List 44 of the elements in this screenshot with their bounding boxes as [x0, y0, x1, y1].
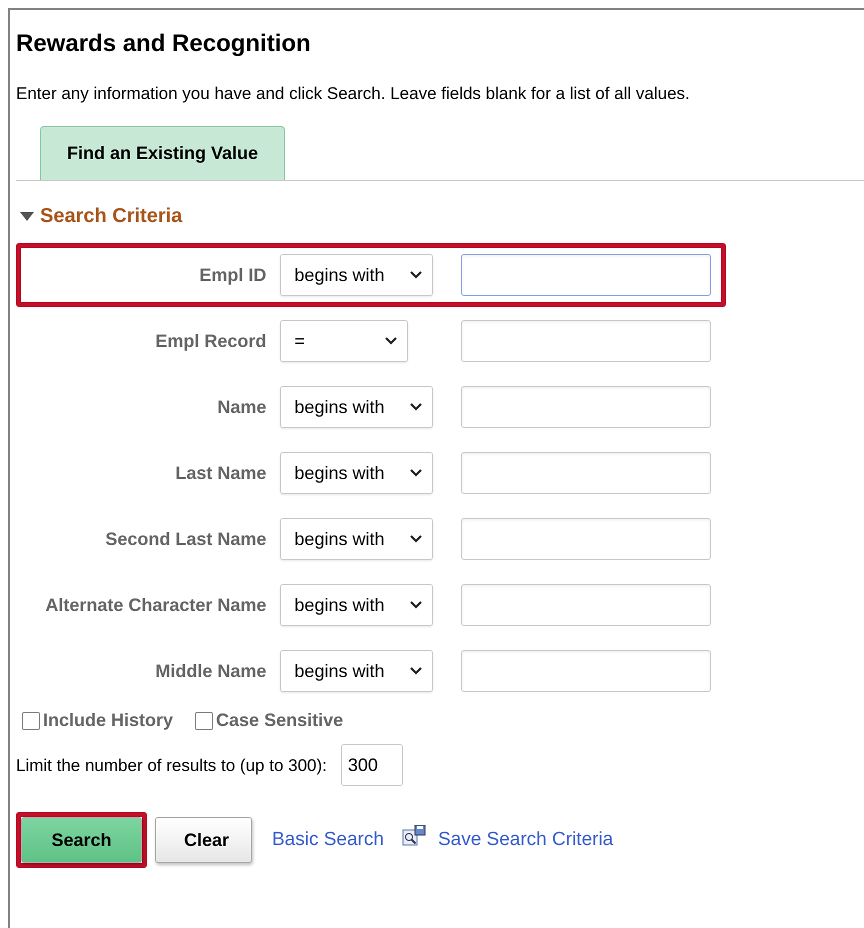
limit-input[interactable]: 300 [340, 744, 403, 786]
chevron-down-icon [410, 535, 422, 544]
operator-dropdown[interactable]: begins with [280, 254, 433, 296]
chevron-down-icon [410, 667, 422, 676]
tab[interactable]: Find an Existing Value [40, 126, 286, 180]
field-label: Second Last Name [104, 528, 266, 551]
operator-dropdown[interactable]: begins with [280, 452, 433, 494]
field-label: Alternate Character Name [44, 594, 266, 617]
text-input[interactable] [461, 584, 711, 626]
operator-dropdown[interactable]: begins with [280, 650, 433, 692]
field-label: Name [216, 396, 266, 419]
operator-dropdown[interactable]: begins with [280, 584, 433, 626]
checkbox[interactable] [22, 712, 40, 730]
field-label: Empl Record [154, 330, 266, 353]
operator-dropdown[interactable]: begins with [280, 386, 433, 428]
field-label: Middle Name [154, 660, 266, 683]
text-input[interactable] [461, 254, 711, 296]
clear-button[interactable]: Clear [155, 817, 252, 864]
checkbox-label: Include History [43, 709, 174, 732]
save-search-icon[interactable] [402, 825, 426, 848]
field-label: Last Name [174, 462, 266, 485]
chevron-down-icon [384, 337, 397, 346]
instructions-text: Enter any information you have and click Search. Leave fields blank for a list of all values. [16, 82, 691, 105]
section-toggle[interactable]: Search Criteria [20, 201, 182, 232]
link[interactable]: Save Search Criteria [438, 826, 614, 855]
limit-label: Limit the number of results to (up to 300): [16, 754, 327, 777]
text-input[interactable] [461, 650, 711, 692]
checkbox[interactable] [195, 712, 214, 730]
chevron-down-icon [410, 601, 422, 610]
text-input[interactable] [461, 320, 712, 362]
chevron-down-icon [410, 271, 422, 280]
field-label: Empl ID [198, 264, 266, 287]
text-input[interactable] [461, 452, 711, 494]
text-input[interactable] [461, 386, 711, 428]
chevron-down-icon [410, 469, 422, 478]
text-input[interactable] [461, 518, 711, 560]
search-button[interactable]: Search [21, 817, 142, 864]
chevron-down-icon [410, 403, 422, 412]
checkbox-label: Case Sensitive [216, 709, 344, 732]
link[interactable]: Basic Search [272, 826, 384, 855]
page-title: Rewards and Recognition [16, 30, 312, 59]
collapse-icon [20, 212, 34, 221]
operator-dropdown[interactable]: begins with [280, 518, 433, 560]
operator-dropdown[interactable]: = [280, 320, 408, 362]
